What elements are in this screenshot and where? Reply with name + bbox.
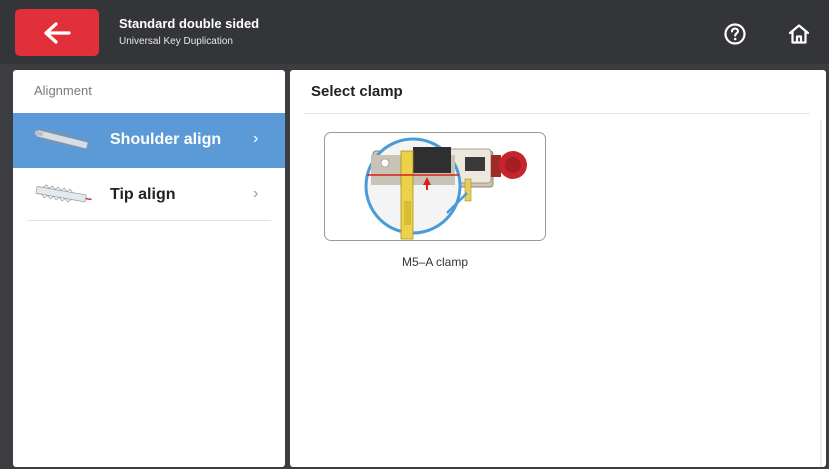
select-clamp-title: Select clamp [311,83,403,100]
page-title: Standard double sided [119,16,260,31]
home-icon [788,24,810,44]
page-subtitle: Universal Key Duplication [119,36,233,47]
chevron-right-icon: › [253,185,259,202]
clamp-option-card[interactable] [324,132,546,241]
alignment-section-label: Alignment [34,83,92,98]
chevron-right-icon: › [253,130,259,147]
key-tip-icon [35,184,92,203]
arrow-left-icon [44,21,71,44]
tip-align-label: Tip align [110,186,176,203]
help-circle-icon [724,23,746,45]
shoulder-align-item[interactable]: Shoulder align › [13,113,285,168]
divider [27,220,271,221]
top-bar: Standard double sided Universal Key Dupl… [0,0,829,64]
shoulder-align-label: Shoulder align [110,131,222,148]
key-shoulder-icon [34,128,89,150]
help-button[interactable] [723,22,747,46]
m5-a-clamp-image [364,137,527,240]
scrollbar[interactable] [820,120,822,467]
alignment-panel: Alignment Shoulder align › Tip align › [13,70,285,467]
home-button[interactable] [787,22,811,46]
tip-align-item[interactable]: Tip align › [13,168,285,223]
clamp-panel: Select clamp M5–A clamp [290,70,826,467]
back-button[interactable] [15,9,99,56]
clamp-option-label: M5–A clamp [401,255,469,269]
divider [304,113,810,114]
title-block: Standard double sided Universal Key Dupl… [119,16,259,49]
